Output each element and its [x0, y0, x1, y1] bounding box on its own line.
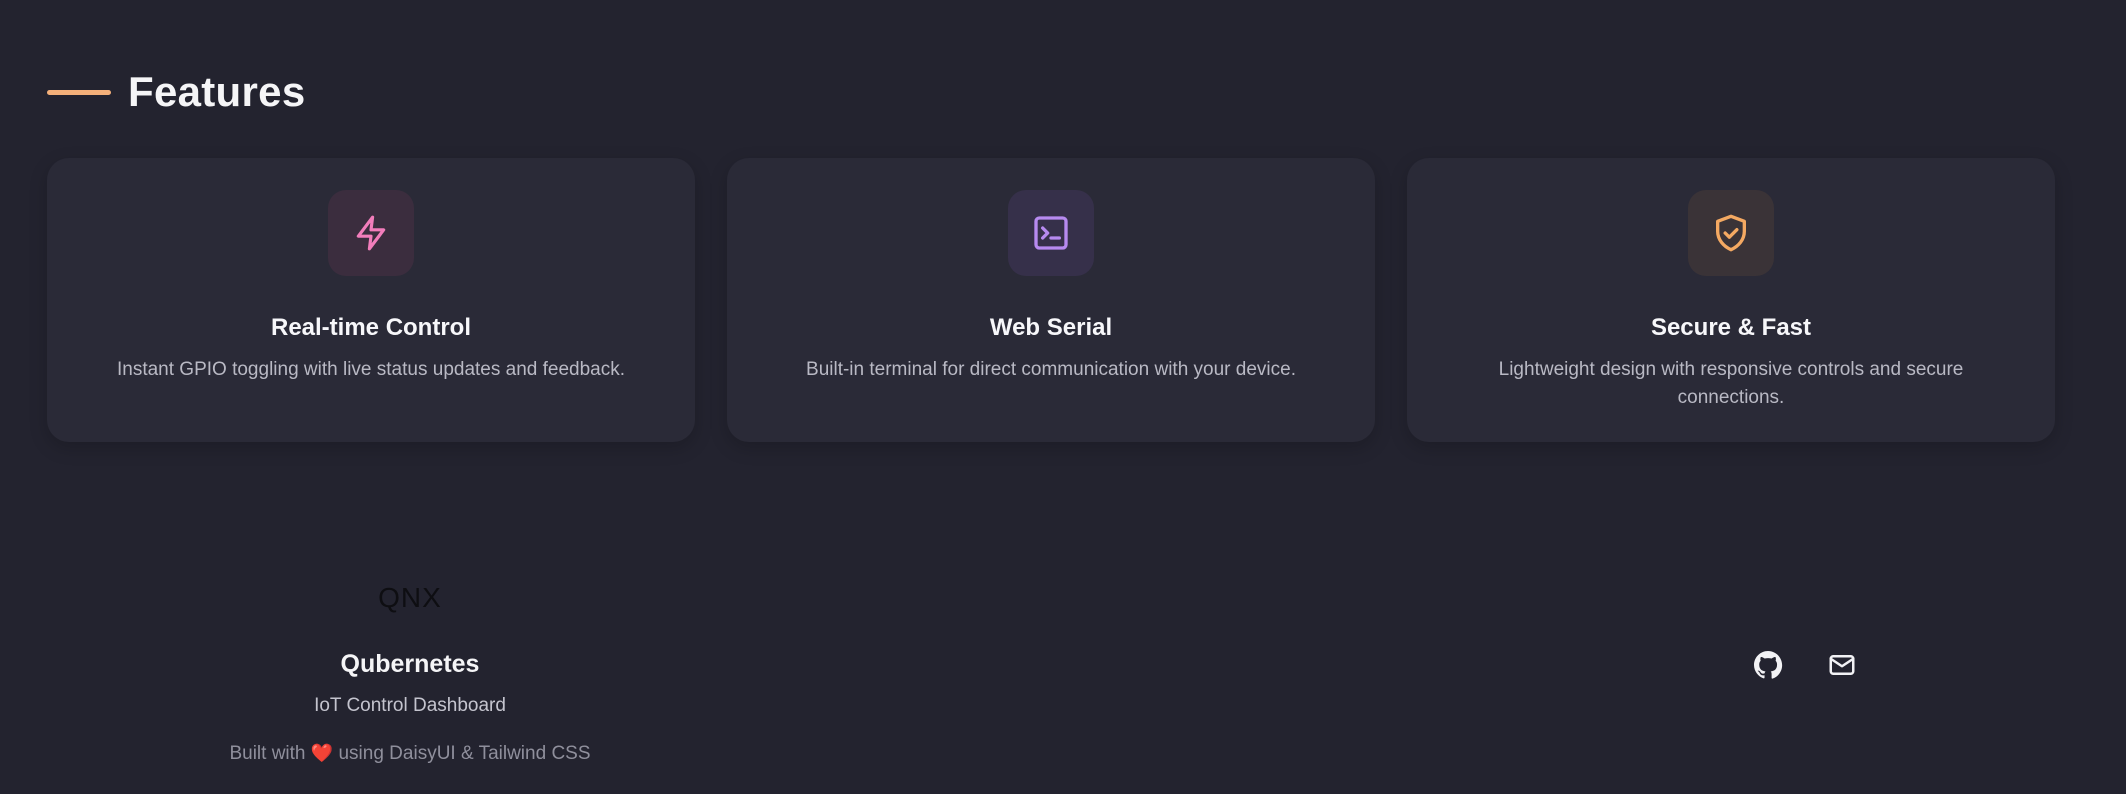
feature-card-description: Built-in terminal for direct communicati…	[806, 359, 1296, 380]
footer: QNX Qubernetes IoT Control Dashboard Bui…	[0, 560, 2126, 794]
section-accent-bar	[47, 89, 111, 95]
feature-card-realtime-control: Real-time Control Instant GPIO toggling …	[47, 158, 695, 442]
feature-card-title: Real-time Control	[270, 314, 471, 341]
feature-card-secure-fast: Secure & Fast Lightweight design with re…	[1407, 158, 2055, 442]
feature-icon-box	[1008, 190, 1094, 276]
feature-card-description: Instant GPIO toggling with live status u…	[116, 359, 626, 380]
feature-cards: Real-time Control Instant GPIO toggling …	[47, 158, 2055, 442]
credit-prefix: Built with	[229, 743, 306, 764]
github-icon	[1754, 651, 1783, 679]
footer-brand: QNX Qubernetes IoT Control Dashboard Bui…	[210, 560, 610, 765]
github-link[interactable]	[1751, 648, 1785, 682]
brand-name: Qubernetes	[340, 650, 480, 678]
feature-card-web-serial: Web Serial Built-in terminal for direct …	[727, 158, 1375, 442]
credit-suffix: using DaisyUI & Tailwind CSS	[338, 743, 591, 764]
terminal-icon	[1034, 216, 1068, 250]
brand-logo: QNX	[378, 582, 442, 613]
mail-icon	[1829, 655, 1855, 675]
section-header: Features	[47, 68, 305, 116]
shield-check-icon	[1716, 214, 1746, 252]
feature-card-title: Secure & Fast	[1650, 314, 1812, 341]
social-links	[1751, 648, 1859, 682]
brand-credit: Built with ❤️ using DaisyUI & Tailwind C…	[210, 743, 610, 765]
mail-link[interactable]	[1825, 648, 1859, 682]
feature-card-title: Web Serial	[989, 314, 1113, 341]
section-title: Features	[128, 68, 306, 115]
heart-icon: ❤️	[310, 743, 334, 763]
lightning-bolt-icon	[356, 215, 386, 251]
brand-tagline: IoT Control Dashboard	[314, 695, 506, 716]
feature-card-description: Lightweight design with responsive contr…	[1498, 359, 1964, 408]
feature-icon-box	[1688, 190, 1774, 276]
feature-icon-box	[328, 190, 414, 276]
